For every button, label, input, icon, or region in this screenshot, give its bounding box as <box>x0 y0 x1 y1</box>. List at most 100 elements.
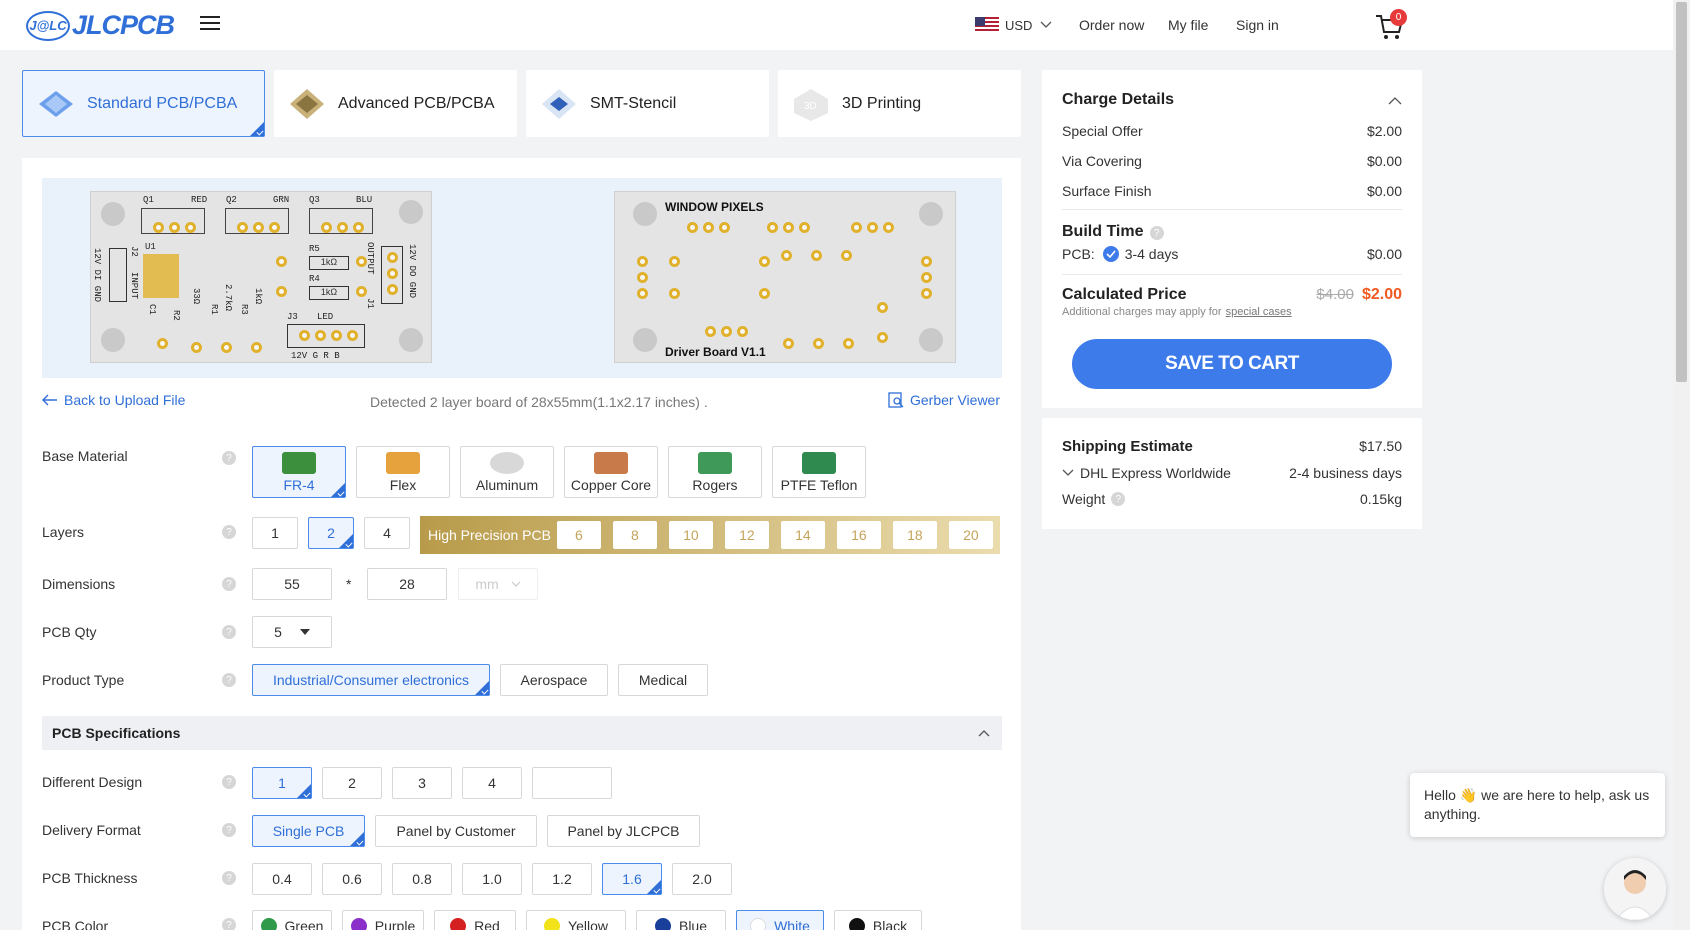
delivery-single-pcb[interactable]: Single PCB <box>252 815 365 847</box>
hp-layers-6[interactable]: 6 <box>556 521 601 549</box>
product-type-industrial[interactable]: Industrial/Consumer electronics <box>252 664 490 696</box>
thickness-1-0[interactable]: 1.0 <box>462 863 522 895</box>
dimensions-label: Dimensions <box>42 576 116 592</box>
sign-in-link[interactable]: Sign in <box>1236 0 1279 50</box>
board-preview: Q1 RED Q2 GRN Q3 BLU U1 R5 R4 1kΩ 1kΩ OU… <box>42 178 1002 378</box>
pcb-qty-select[interactable]: 5 <box>252 616 332 648</box>
material-aluminum[interactable]: Aluminum <box>460 446 554 498</box>
help-icon[interactable]: ? <box>222 625 236 639</box>
hp-layers-18[interactable]: 18 <box>892 521 937 549</box>
help-icon[interactable]: ? <box>1149 226 1164 240</box>
jlcpcb-logo[interactable]: J@LC JLCPCB <box>26 10 175 41</box>
design-option-1[interactable]: 1 <box>252 767 312 799</box>
silk-red: RED <box>191 195 208 205</box>
tab-label: Advanced PCB/PCBA <box>338 94 495 112</box>
aluminum-icon <box>490 452 524 474</box>
hp-layers-10[interactable]: 10 <box>668 521 713 549</box>
delivery-format-label: Delivery Format <box>42 822 141 838</box>
back-to-upload-link[interactable]: Back to Upload File <box>42 392 185 408</box>
thickness-0-6[interactable]: 0.6 <box>322 863 382 895</box>
help-icon[interactable]: ? <box>1111 492 1126 506</box>
layers-option-1[interactable]: 1 <box>252 517 298 549</box>
tab-label: 3D Printing <box>842 94 922 112</box>
silk-r5-val: 1kΩ <box>309 256 349 270</box>
color-option-label: Black <box>872 918 908 930</box>
gerber-viewer-link[interactable]: Gerber Viewer <box>888 392 1000 408</box>
hp-layers-8[interactable]: 8 <box>612 521 657 549</box>
pcb-specifications-header[interactable]: PCB Specifications <box>42 716 1002 750</box>
design-option-4[interactable]: 4 <box>462 767 522 799</box>
shipping-method[interactable]: DHL Express Worldwide <box>1080 465 1231 481</box>
thickness-2-0[interactable]: 2.0 <box>672 863 732 895</box>
scrollbar-thumb[interactable] <box>1676 2 1687 382</box>
material-flex[interactable]: Flex <box>356 446 450 498</box>
product-type-medical[interactable]: Medical <box>618 664 708 696</box>
layers-option-2[interactable]: 2 <box>308 517 354 549</box>
save-to-cart-button[interactable]: SAVE TO CART <box>1072 339 1392 389</box>
product-type-aerospace[interactable]: Aerospace <box>500 664 608 696</box>
chevron-up-icon[interactable] <box>1388 96 1402 105</box>
svg-text:3D: 3D <box>804 101 817 112</box>
help-icon[interactable]: ? <box>222 525 236 539</box>
shipping-days: 2-4 business days <box>1289 465 1402 481</box>
order-now-link[interactable]: Order now <box>1079 0 1144 50</box>
help-icon[interactable]: ? <box>222 451 236 465</box>
hp-layers-20[interactable]: 20 <box>948 521 993 549</box>
special-cases-link[interactable]: special cases <box>1226 306 1292 318</box>
dimension-width-input[interactable]: 28 <box>367 568 447 600</box>
help-icon[interactable]: ? <box>222 918 236 930</box>
chat-greeting-bubble[interactable]: Hello 👋 we are here to help, ask us anyt… <box>1410 773 1665 837</box>
thickness-0-8[interactable]: 0.8 <box>392 863 452 895</box>
checked-radio-icon[interactable] <box>1102 246 1119 262</box>
material-ptfe-teflon[interactable]: PTFE Teflon <box>772 446 866 498</box>
design-option-2[interactable]: 2 <box>322 767 382 799</box>
rogers-icon <box>698 452 732 474</box>
design-option-3[interactable]: 3 <box>392 767 452 799</box>
hp-layers-16[interactable]: 16 <box>836 521 881 549</box>
color-option-green[interactable]: Green <box>252 910 332 930</box>
thickness-0-4[interactable]: 0.4 <box>252 863 312 895</box>
hp-layers-12[interactable]: 12 <box>724 521 769 549</box>
help-icon[interactable]: ? <box>222 871 236 885</box>
color-swatch-icon <box>450 918 467 930</box>
dimension-unit-select[interactable]: mm <box>458 568 538 600</box>
my-file-link[interactable]: My file <box>1168 0 1208 50</box>
color-option-purple[interactable]: Purple <box>342 910 424 930</box>
material-fr4[interactable]: FR-4 <box>252 446 346 498</box>
color-option-white[interactable]: White <box>736 910 824 930</box>
silk-j3: J3 <box>287 312 298 322</box>
dimension-length-input[interactable]: 55 <box>252 568 332 600</box>
support-agent-avatar[interactable] <box>1604 858 1666 920</box>
top-navigation: J@LC JLCPCB USD Order now My file Sign i… <box>0 0 1690 50</box>
layers-option-4[interactable]: 4 <box>364 517 410 549</box>
color-option-black[interactable]: Black <box>834 910 922 930</box>
tab-advanced-pcb[interactable]: Advanced PCB/PCBA <box>274 70 517 137</box>
chevron-down-icon[interactable] <box>1062 469 1074 477</box>
currency-selector[interactable]: USD <box>975 0 1052 50</box>
hp-layers-14[interactable]: 14 <box>780 521 825 549</box>
silk-r1-val: 2.7kΩ <box>223 284 233 312</box>
design-custom-input[interactable] <box>532 767 612 799</box>
silk-q1: Q1 <box>143 195 154 205</box>
help-icon[interactable]: ? <box>222 673 236 687</box>
back-to-upload-label: Back to Upload File <box>64 392 186 408</box>
help-icon[interactable]: ? <box>222 577 236 591</box>
color-option-label: White <box>774 918 810 930</box>
high-precision-label: High Precision PCB <box>428 527 551 543</box>
material-copper-core[interactable]: Copper Core <box>564 446 658 498</box>
menu-icon[interactable] <box>200 16 220 32</box>
tab-standard-pcb[interactable]: Standard PCB/PCBA <box>22 70 265 137</box>
tab-3d-printing[interactable]: 3D 3D Printing <box>778 70 1021 137</box>
color-option-red[interactable]: Red <box>434 910 516 930</box>
delivery-panel-by-jlcpcb[interactable]: Panel by JLCPCB <box>547 815 700 847</box>
color-option-yellow[interactable]: Yellow <box>526 910 626 930</box>
tab-label: SMT-Stencil <box>590 94 677 112</box>
tab-smt-stencil[interactable]: SMT-Stencil <box>526 70 769 137</box>
thickness-1-2[interactable]: 1.2 <box>532 863 592 895</box>
help-icon[interactable]: ? <box>222 775 236 789</box>
material-rogers[interactable]: Rogers <box>668 446 762 498</box>
thickness-1-6[interactable]: 1.6 <box>602 863 662 895</box>
delivery-panel-by-customer[interactable]: Panel by Customer <box>375 815 537 847</box>
help-icon[interactable]: ? <box>222 823 236 837</box>
color-option-blue[interactable]: Blue <box>636 910 726 930</box>
